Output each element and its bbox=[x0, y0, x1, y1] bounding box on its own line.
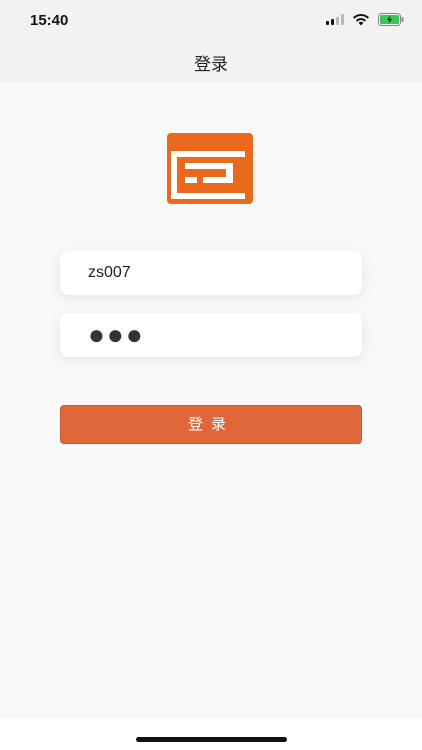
status-icons bbox=[326, 13, 404, 26]
home-indicator[interactable] bbox=[136, 737, 287, 742]
app-logo bbox=[167, 133, 253, 204]
navigation-bar: 登录 bbox=[0, 40, 422, 82]
login-screen: 15:40 登录 zs007 ●●● 登录 bbox=[0, 0, 422, 750]
battery-icon bbox=[378, 13, 404, 26]
login-button[interactable]: 登录 bbox=[60, 405, 362, 444]
status-bar: 15:40 bbox=[0, 0, 422, 40]
signal-icon bbox=[326, 14, 344, 25]
logo-mark-icon bbox=[171, 151, 245, 199]
password-field[interactable] bbox=[60, 313, 362, 357]
password-input[interactable] bbox=[60, 313, 362, 357]
wifi-icon bbox=[353, 13, 369, 26]
username-field[interactable] bbox=[60, 251, 362, 295]
bottom-safe-area bbox=[0, 718, 422, 750]
page-title: 登录 bbox=[194, 55, 228, 74]
username-input[interactable] bbox=[60, 251, 362, 295]
status-time: 15:40 bbox=[30, 12, 69, 29]
